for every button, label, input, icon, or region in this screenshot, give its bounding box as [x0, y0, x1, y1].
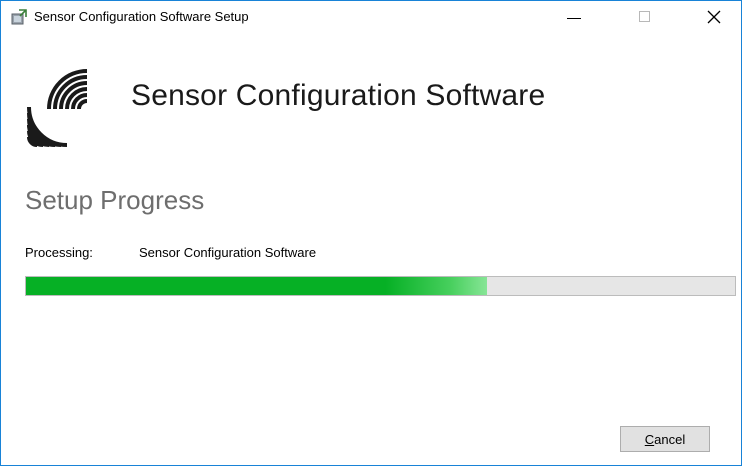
- title-bar[interactable]: Sensor Configuration Software Setup: [1, 1, 741, 32]
- minimize-icon: [567, 18, 581, 19]
- close-button[interactable]: [691, 1, 737, 32]
- minimize-button[interactable]: [551, 1, 597, 32]
- progress-bar: [25, 276, 736, 296]
- cancel-mnemonic: C: [644, 431, 655, 447]
- product-name: Sensor Configuration Software: [131, 79, 546, 112]
- status-line: Processing: Sensor Configuration Software: [25, 245, 316, 260]
- close-icon: [707, 10, 721, 23]
- cancel-label: ancel: [654, 431, 686, 447]
- status-value: Sensor Configuration Software: [139, 245, 317, 260]
- maximize-button: [621, 1, 667, 32]
- sensor-waves-logo-icon: [27, 69, 88, 147]
- product-banner: Sensor Configuration Software: [23, 67, 723, 173]
- window-title: Sensor Configuration Software Setup: [34, 9, 249, 24]
- maximize-icon: [638, 11, 650, 22]
- status-label: Processing:: [25, 245, 93, 260]
- page-title: Setup Progress: [25, 185, 205, 215]
- cancel-button[interactable]: Cancel: [620, 426, 710, 452]
- setup-window: Sensor Configuration Software Setup Sens…: [0, 0, 742, 466]
- progress-bar-fill: [26, 277, 487, 295]
- installer-icon: [11, 9, 27, 25]
